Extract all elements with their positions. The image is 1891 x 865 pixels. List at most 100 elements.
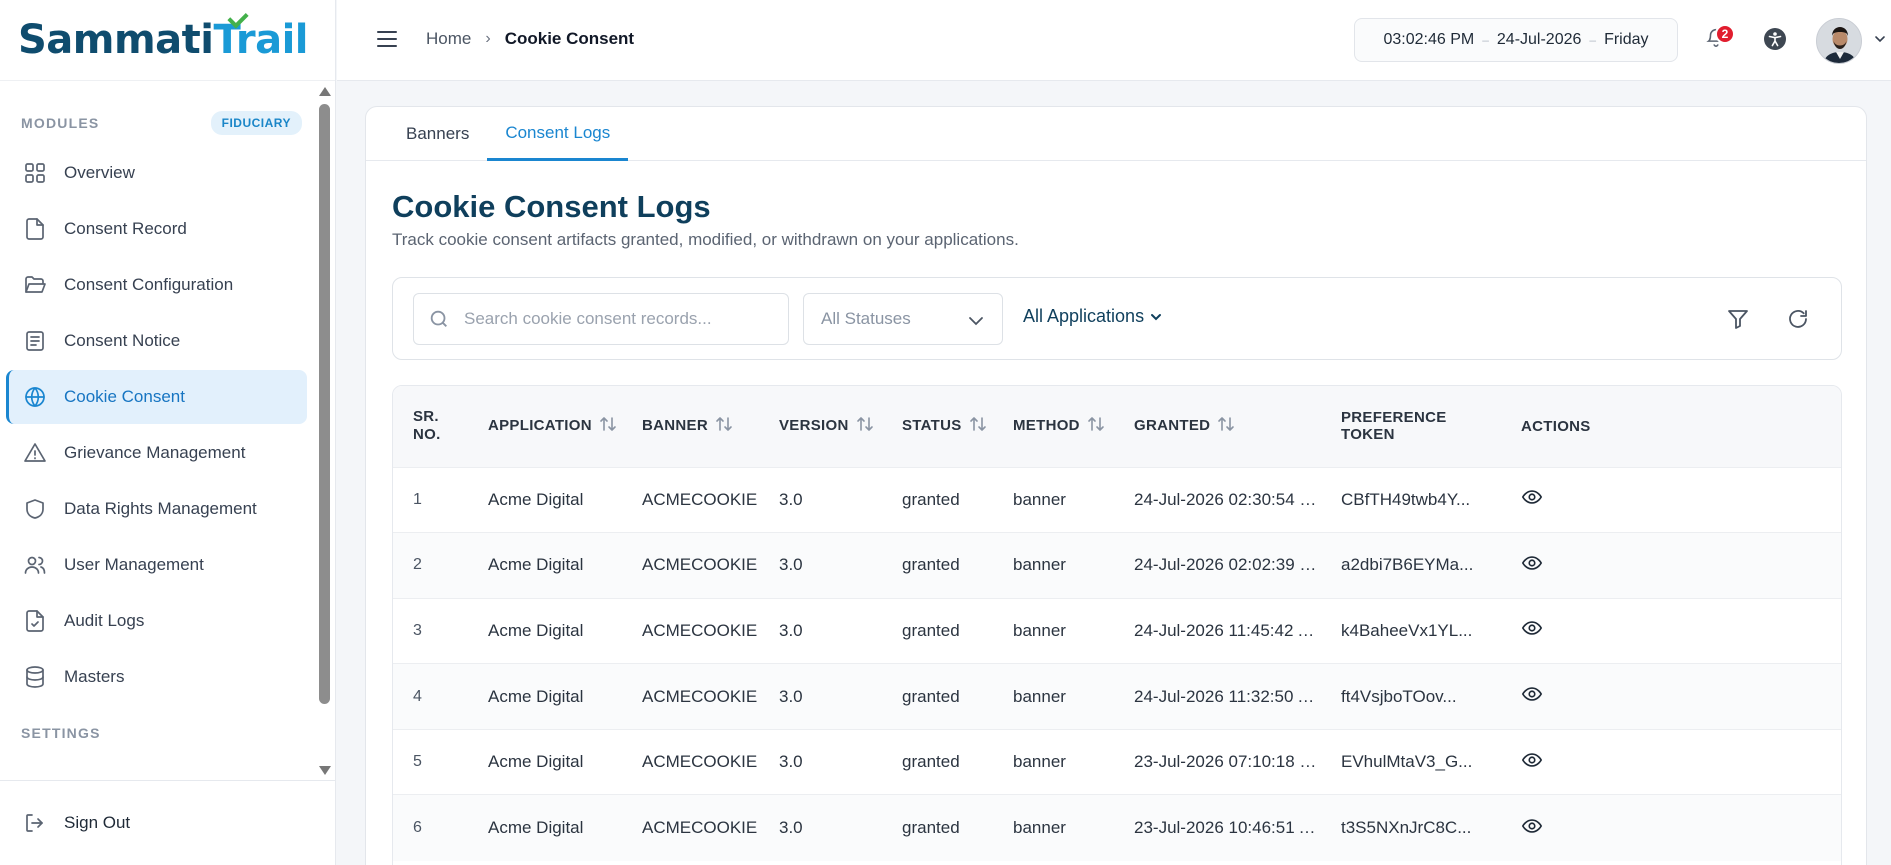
file-icon (22, 216, 48, 242)
avatar-dropdown-chevron-icon[interactable] (1874, 32, 1886, 44)
col-header-banner[interactable]: BANNER (622, 386, 759, 467)
sidebar-item-consent-configuration[interactable]: Consent Configuration (6, 258, 307, 312)
cell-method: banner (1013, 620, 1066, 640)
sidebar-item-cookie-consent[interactable]: Cookie Consent (6, 370, 307, 424)
users-icon (22, 552, 48, 578)
sidebar-item-grievance-management[interactable]: Grievance Management (6, 426, 307, 480)
refresh-icon[interactable] (1786, 307, 1810, 331)
sidebar-item-masters[interactable]: Masters (6, 650, 307, 704)
modules-label: MODULES (21, 115, 100, 131)
sign-out-button[interactable]: Sign Out (0, 780, 336, 865)
cell-token: EVhulMtaV3_G... (1341, 752, 1473, 772)
filter-icon[interactable] (1726, 307, 1750, 331)
cell-banner: ACMECOOKIE (642, 686, 758, 706)
cell-sr: 4 (413, 687, 422, 705)
table-row[interactable]: 5 Acme Digital ACMECOOKIE 3.0 granted banner 2… (393, 729, 1841, 795)
col-header-status[interactable]: STATUS (882, 386, 993, 467)
breadcrumb-home-link[interactable]: Home (426, 29, 471, 49)
search-input[interactable] (464, 309, 784, 329)
eye-icon[interactable] (1521, 556, 1543, 578)
cell-actions (1501, 598, 1841, 664)
table-row[interactable]: 4 Acme Digital ACMECOOKIE 3.0 granted banner 2… (393, 663, 1841, 730)
datetime-display: 03:02:46 PM – 24-Jul-2026 – Friday (1354, 18, 1678, 62)
cell-application: Acme Digital (488, 686, 584, 706)
col-header-actions: ACTIONS (1521, 417, 1591, 435)
sort-icon[interactable] (598, 414, 618, 438)
sidebar: SammatiTrail MODULES FIDUCIARY Overview … (0, 0, 336, 865)
accessibility-icon[interactable] (1764, 28, 1786, 50)
eye-icon[interactable] (1521, 818, 1543, 841)
sidebar-item-user-management[interactable]: User Management (6, 538, 307, 592)
modules-section-header: MODULES FIDUCIARY (0, 102, 318, 144)
table-row[interactable]: 6 Acme Digital ACMECOOKIE 3.0 granted banner 2… (393, 794, 1841, 861)
sidebar-item-label: Grievance Management (64, 443, 246, 462)
sort-icon[interactable] (968, 414, 988, 438)
tab-consent-logs[interactable]: Consent Logs (487, 107, 629, 161)
globe-icon (22, 384, 48, 410)
cell-token: a2dbi7B6EYMa... (1341, 555, 1474, 575)
cell-status: granted (902, 752, 960, 772)
scroll-up-arrow-icon[interactable] (319, 87, 331, 96)
page-subtitle: Track cookie consent artifacts granted, … (392, 230, 1019, 249)
sidebar-item-label: Consent Configuration (64, 275, 234, 294)
cell-banner: ACMECOOKIE (642, 620, 758, 640)
cell-method: banner (1013, 686, 1066, 706)
breadcrumb-current: Cookie Consent (504, 29, 635, 48)
sort-icon[interactable] (1216, 414, 1236, 438)
search-box[interactable] (413, 293, 789, 345)
menu-toggle-icon[interactable] (377, 31, 397, 47)
search-icon (430, 310, 447, 327)
user-avatar[interactable] (1816, 18, 1862, 64)
filter-bar: All Statuses All Applications (392, 277, 1842, 360)
cell-application: Acme Digital (488, 489, 584, 509)
tab-banners[interactable]: Banners (388, 107, 487, 161)
cell-sr: 2 (413, 556, 422, 574)
folder-open-icon (22, 272, 48, 298)
sidebar-item-label: Masters (64, 667, 125, 686)
col-header-version[interactable]: VERSION (759, 386, 882, 467)
cell-method: banner (1013, 489, 1066, 509)
brand-logo[interactable]: SammatiTrail (0, 0, 335, 81)
current-date: 24-Jul-2026 (1496, 31, 1582, 48)
cell-token: ft4VsjboTOov... (1341, 686, 1457, 706)
sidebar-item-audit-logs[interactable]: Audit Logs (6, 594, 307, 648)
sidebar-item-consent-record[interactable]: Consent Record (6, 202, 307, 256)
eye-icon[interactable] (1521, 621, 1543, 643)
sort-icon[interactable] (1086, 414, 1106, 438)
cell-method: banner (1013, 818, 1066, 838)
sidebar-scrollbar[interactable] (318, 82, 332, 778)
sort-icon[interactable] (714, 414, 734, 438)
col-header-method[interactable]: METHOD (993, 386, 1114, 467)
eye-icon[interactable] (1521, 752, 1543, 775)
datetime-separator: – (1589, 33, 1597, 47)
cell-application: Acme Digital (488, 752, 584, 772)
status-filter-select[interactable]: All Statuses (803, 293, 1003, 345)
table-row[interactable]: 1 Acme Digital ACMECOOKIE 3.0 granted banner 2… (393, 467, 1841, 533)
sort-icon[interactable] (855, 414, 875, 438)
sidebar-item-label: Consent Notice (64, 331, 181, 350)
eye-icon[interactable] (1521, 687, 1543, 709)
sidebar-item-overview[interactable]: Overview (6, 146, 307, 200)
cell-granted: 24-Jul-2026 11:45:42 AM (1134, 620, 1321, 640)
sidebar-item-label: Data Rights Management (64, 499, 257, 518)
table-row[interactable]: 2 Acme Digital ACMECOOKIE 3.0 granted banner 2… (393, 532, 1841, 599)
sign-out-icon (22, 810, 48, 836)
sidebar-item-label: Audit Logs (64, 611, 145, 630)
cell-sr: 5 (413, 753, 422, 771)
scroll-down-arrow-icon[interactable] (319, 766, 331, 775)
sidebar-item-data-rights-management[interactable]: Data Rights Management (6, 482, 307, 536)
eye-icon[interactable] (1521, 490, 1543, 512)
cell-banner: ACMECOOKIE (642, 752, 758, 772)
application-filter-value: All Applications (1023, 306, 1145, 326)
cell-granted: 24-Jul-2026 02:30:54 PM (1134, 489, 1321, 509)
sidebar-item-consent-notice[interactable]: Consent Notice (6, 314, 307, 368)
col-header-application[interactable]: APPLICATION (468, 386, 622, 467)
warning-icon (22, 440, 48, 466)
scroll-thumb[interactable] (319, 104, 330, 704)
application-filter-dropdown[interactable]: All Applications (1023, 306, 1162, 327)
table-row[interactable]: 3 Acme Digital ACMECOOKIE 3.0 granted banner 2… (393, 598, 1841, 664)
cell-status: granted (902, 555, 960, 575)
col-header-granted[interactable]: GRANTED (1114, 386, 1321, 467)
sidebar-item-label: User Management (64, 555, 204, 574)
sidebar-menu: MODULES FIDUCIARY Overview Consent Recor… (0, 82, 318, 778)
